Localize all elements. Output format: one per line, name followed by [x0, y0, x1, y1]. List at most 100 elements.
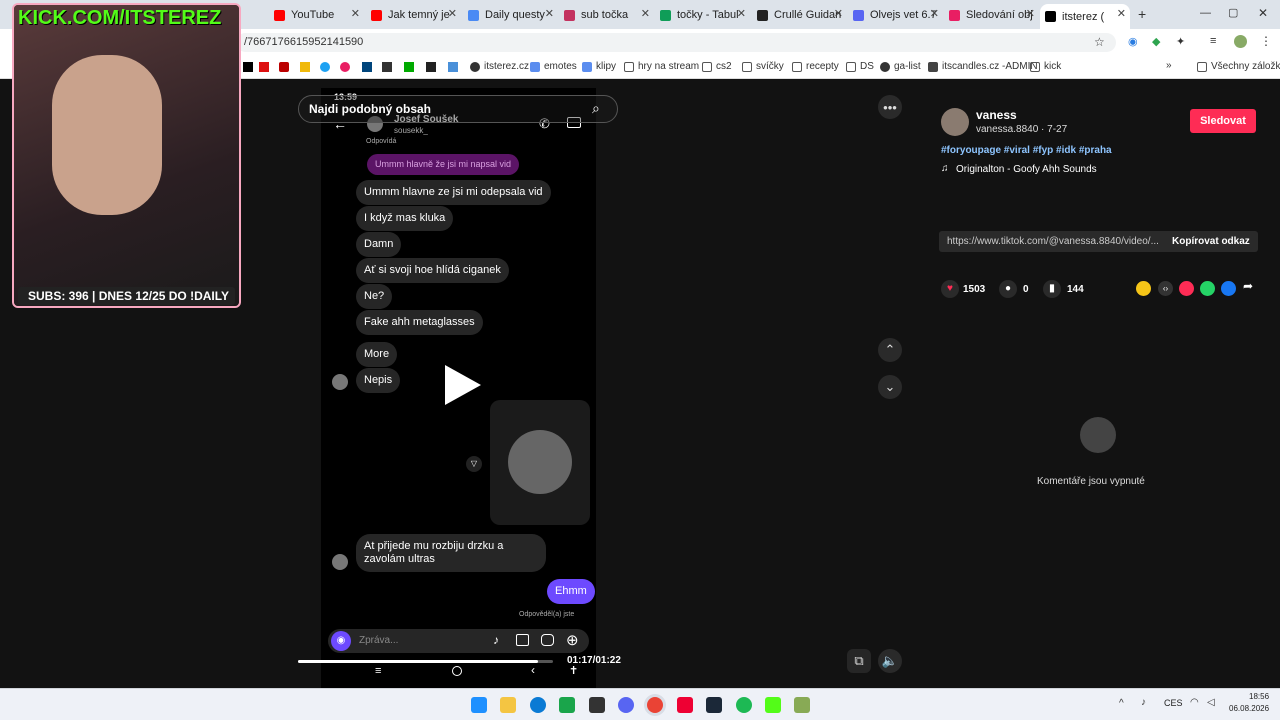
bookmark-icon[interactable] — [426, 62, 436, 72]
steam-icon[interactable] — [706, 697, 722, 713]
spotify-icon[interactable] — [736, 697, 752, 713]
kick-icon[interactable] — [765, 697, 781, 713]
next-video-icon[interactable]: ⌄ — [878, 375, 902, 399]
bookmark-galist[interactable]: ga-list — [880, 61, 921, 72]
file-explorer-icon[interactable] — [500, 697, 516, 713]
send-icon[interactable] — [1179, 281, 1194, 296]
chevron-right-icon[interactable]: » — [1166, 60, 1172, 71]
close-tab-icon[interactable]: ✕ — [641, 7, 650, 20]
close-tab-icon[interactable]: ✕ — [737, 7, 746, 20]
whatsapp-icon[interactable] — [1200, 281, 1215, 296]
maximize-icon[interactable]: ▢ — [1228, 6, 1238, 19]
close-window-icon[interactable]: ✕ — [1258, 6, 1268, 20]
netflix-icon[interactable] — [279, 62, 289, 72]
volume-icon[interactable]: 🔈 — [878, 649, 902, 673]
close-tab-icon[interactable]: ✕ — [834, 7, 843, 20]
search-similar-bar[interactable]: Najdi podobný obsah ⌕ — [298, 95, 618, 123]
bookmark-icon[interactable] — [259, 62, 269, 72]
shield-icon[interactable]: ◆ — [1152, 35, 1160, 48]
puzzle-icon[interactable]: ✦ — [1176, 35, 1185, 48]
embed-icon[interactable]: ‹› — [1158, 281, 1173, 296]
more-icon[interactable]: ⋮ — [1260, 34, 1272, 48]
comment-button[interactable]: ● 0 — [999, 280, 1029, 298]
url-input[interactable]: /7667176615952141590 — [236, 33, 1116, 52]
bookmark-all[interactable]: Všechny záložky — [1197, 61, 1280, 72]
paypal-icon[interactable] — [362, 62, 372, 72]
bookmark-icon[interactable] — [404, 62, 414, 72]
bookmark-icon[interactable] — [243, 62, 253, 72]
folder-icon — [702, 61, 712, 72]
bookmark-icon[interactable] — [320, 62, 330, 72]
tab-guide[interactable]: Crullé Guidan ✕ — [757, 4, 847, 26]
tab-video[interactable]: Jak temný je ✕ — [371, 4, 461, 26]
bookmark-folder-hry[interactable]: hry na stream — [624, 61, 699, 72]
app-icon[interactable] — [677, 697, 693, 713]
close-tab-icon[interactable]: ✕ — [930, 7, 939, 20]
avatar[interactable] — [1234, 35, 1247, 48]
new-tab-icon[interactable]: + — [1138, 6, 1146, 22]
more-options-icon[interactable]: ••• — [878, 95, 902, 119]
edge-icon[interactable] — [530, 697, 546, 713]
previous-video-icon[interactable]: ⌃ — [878, 338, 902, 362]
like-button[interactable]: ♥ 1503 — [941, 280, 985, 298]
close-tab-icon[interactable]: ✕ — [1117, 7, 1126, 20]
xbox-icon[interactable] — [559, 697, 575, 713]
tab-tiktok-active[interactable]: itsterez (✕ — [1040, 4, 1130, 29]
language-indicator[interactable]: CES — [1164, 698, 1183, 708]
minimize-icon[interactable]: — — [1200, 7, 1211, 19]
discord-icon[interactable] — [618, 697, 634, 713]
bookmark-icon[interactable] — [382, 62, 392, 72]
bookmark-folder-svicky[interactable]: svíčky — [742, 61, 784, 72]
video-progress-track[interactable] — [298, 660, 553, 663]
post-username[interactable]: vaness — [976, 108, 1017, 122]
share-arrow-icon[interactable]: ➦ — [1243, 279, 1253, 293]
follow-button[interactable]: Sledovat — [1190, 109, 1256, 133]
tab-subtocka[interactable]: sub točka ✕ — [564, 4, 654, 26]
wifi-icon[interactable]: ◠ — [1190, 697, 1199, 708]
star-icon[interactable]: ☆ — [1094, 35, 1105, 49]
tab-olvejs[interactable]: Olvejs vet 6.7 ✕ — [853, 4, 943, 26]
close-tab-icon[interactable]: ✕ — [351, 7, 360, 20]
tab-sledovani[interactable]: Sledování obj ✕ — [949, 4, 1039, 26]
bookmark-itsterez[interactable]: itsterez.cz — [470, 61, 529, 72]
post-link[interactable]: https://www.tiktok.com/@vanessa.8840/vid… — [947, 236, 1161, 247]
volume-icon[interactable]: ◁ — [1207, 697, 1215, 708]
close-tab-icon[interactable]: ✕ — [545, 7, 554, 20]
bookmark-icon[interactable] — [448, 62, 458, 72]
tab-youtube[interactable]: YouTube ✕ — [274, 4, 364, 26]
app-icon[interactable] — [589, 697, 605, 713]
close-tab-icon[interactable]: ✕ — [1026, 7, 1035, 20]
bookmark-icon[interactable] — [300, 62, 310, 72]
menu-icon[interactable]: ≡ — [1210, 35, 1216, 47]
clock-time[interactable]: 18:56 — [1249, 692, 1269, 701]
bookmark-folder-ds[interactable]: DS — [846, 61, 874, 72]
close-tab-icon[interactable]: ✕ — [448, 7, 457, 20]
post-sound[interactable]: Originalton - Goofy Ahh Sounds — [956, 164, 1097, 175]
bookmark-folder-cs2[interactable]: cs2 — [702, 61, 732, 72]
tab-sheets[interactable]: točky - Tabul ✕ — [660, 4, 750, 26]
app-icon[interactable] — [794, 697, 810, 713]
bookmark-icon[interactable] — [340, 62, 350, 72]
bookmark-emotes[interactable]: emotes — [530, 61, 577, 72]
microphone-icon[interactable]: ♪ — [1141, 697, 1146, 708]
bookmark-admin[interactable]: itscandles.cz -ADMIN — [928, 61, 1038, 72]
bookmark-folder-recepty[interactable]: recepty — [792, 61, 839, 72]
bookmark-klipy[interactable]: klipy — [582, 61, 616, 72]
clock-date[interactable]: 06.08.2026 — [1229, 704, 1269, 713]
chevron-up-icon[interactable]: ^ — [1119, 698, 1124, 709]
coin-icon[interactable] — [1136, 281, 1151, 296]
picture-in-picture-icon[interactable]: ⧉ — [847, 649, 871, 673]
avatar[interactable] — [941, 108, 969, 136]
search-icon[interactable]: ⌕ — [592, 100, 600, 117]
chrome-icon[interactable] — [647, 697, 663, 713]
tab-daily[interactable]: Daily questy ✕ — [468, 4, 558, 26]
save-button[interactable]: ▮ 144 — [1043, 280, 1084, 298]
copy-link-button[interactable]: Kopírovat odkaz — [1172, 236, 1250, 247]
page-icon — [757, 9, 768, 21]
facebook-icon[interactable] — [1221, 281, 1236, 296]
play-icon[interactable] — [441, 363, 485, 407]
start-icon[interactable] — [471, 697, 487, 713]
extension-icon[interactable]: ◉ — [1128, 35, 1138, 48]
bookmark-folder-kick[interactable]: kick — [1030, 61, 1061, 72]
post-hashtags[interactable]: #foryoupage #viral #fyp #idk #praha — [941, 145, 1112, 156]
